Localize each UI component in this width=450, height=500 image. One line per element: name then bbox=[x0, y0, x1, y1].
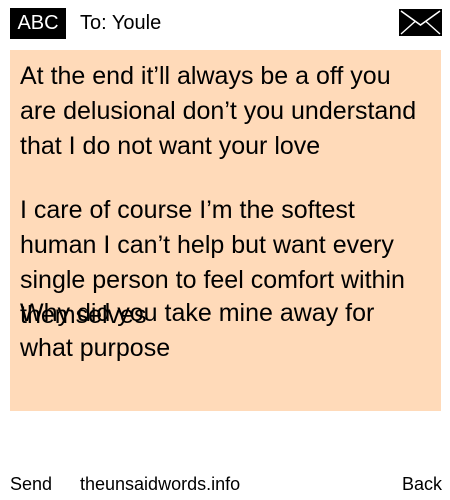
recipient-label: To: Youle bbox=[80, 12, 162, 34]
header-bar: ABC To: Youle bbox=[0, 0, 450, 44]
message-paragraph: Why did you take mine away for what purp… bbox=[20, 299, 375, 362]
send-button[interactable]: Send bbox=[10, 470, 52, 498]
abc-badge: ABC bbox=[10, 8, 66, 39]
site-link[interactable]: theunsaidwords.info bbox=[80, 470, 240, 498]
back-button[interactable]: Back bbox=[402, 470, 442, 498]
footer-bar: Send theunsaidwords.info Back bbox=[0, 470, 450, 500]
envelope-icon[interactable] bbox=[399, 9, 442, 36]
message-paragraph: At the end it’ll always be a off you are… bbox=[20, 62, 417, 160]
message-body: At the end it’ll always be a off you are… bbox=[10, 50, 441, 411]
